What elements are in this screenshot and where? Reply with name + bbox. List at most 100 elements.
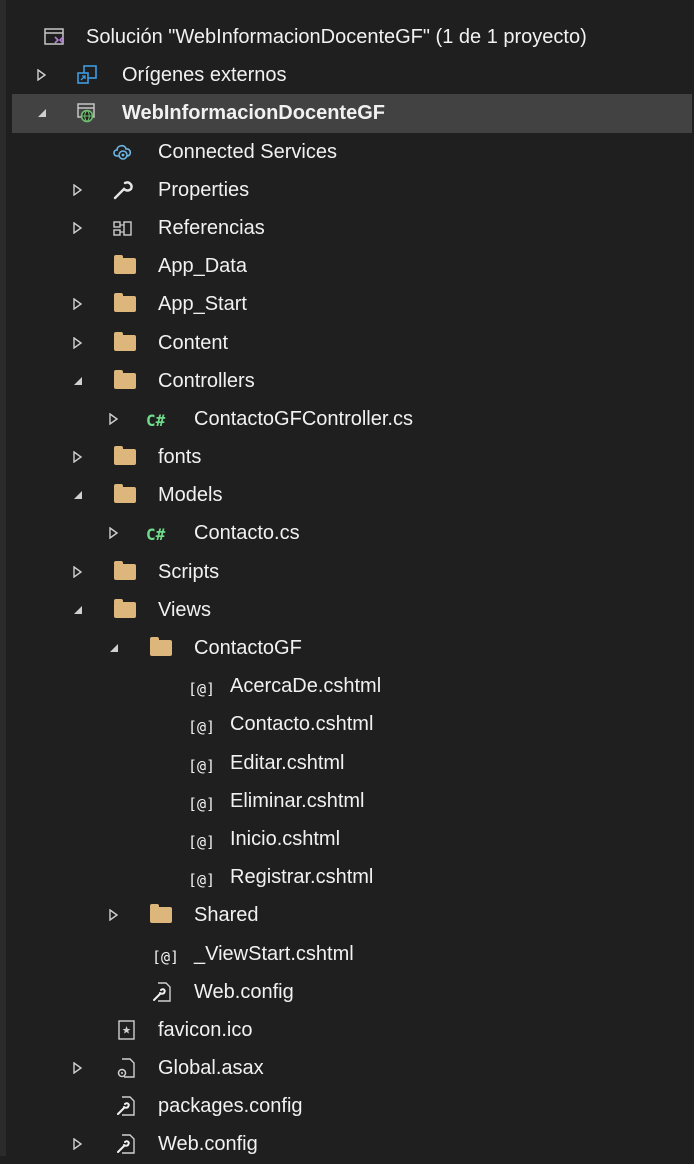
tree-row-file-view[interactable]: [@] AcercaDe.cshtml [12, 667, 692, 705]
solution-explorer-panel: Solución "WebInformacionDocenteGF" (1 de… [0, 0, 694, 1156]
tree-row-file-webconfig[interactable]: Web.config [12, 1125, 692, 1163]
tree-row-label: ContactoGF [194, 637, 302, 659]
tree-row-file-packages-config[interactable]: packages.config [12, 1087, 692, 1125]
expand-arrow-icon[interactable] [71, 1061, 85, 1075]
tree-row-label: Orígenes externos [122, 64, 287, 87]
tree-row-label: Eliminar.cshtml [230, 789, 365, 812]
csharp-file-icon: C# [146, 410, 166, 430]
expand-arrow-icon[interactable] [71, 297, 85, 311]
tree-row-folder-models[interactable]: Models [12, 476, 692, 514]
expand-arrow-icon[interactable] [71, 565, 85, 579]
global-file-icon [117, 1058, 135, 1078]
tree-row-references[interactable]: Referencias [12, 209, 692, 247]
tree-row-label: Shared [194, 904, 259, 927]
solution-label: Solución "WebInformacionDocenteGF" (1 de… [86, 26, 587, 48]
tree-row-file-view[interactable]: [@] Eliminar.cshtml [12, 782, 692, 820]
tree-row-file-favicon[interactable]: favicon.ico [12, 1011, 692, 1049]
folder-icon [114, 293, 136, 313]
tree-row-label: Registrar.cshtml [230, 866, 374, 889]
tree-row-connected-services[interactable]: Connected Services [12, 133, 692, 171]
razor-file-icon: [@] [152, 947, 180, 966]
tree-row-file-global-asax[interactable]: Global.asax [12, 1049, 692, 1087]
solution-icon [44, 28, 64, 45]
collapse-arrow-icon[interactable] [35, 106, 49, 120]
tree-row-folder-scripts[interactable]: Scripts [12, 553, 692, 591]
tree-row-label: Models [158, 484, 223, 507]
expand-arrow-icon[interactable] [35, 68, 49, 82]
tree-row-label: App_Start [158, 293, 247, 316]
folder-icon [150, 637, 172, 656]
expand-arrow-icon[interactable] [107, 908, 121, 922]
expand-arrow-icon[interactable] [71, 336, 85, 350]
tree-row-label: AcercaDe.cshtml [230, 675, 382, 698]
tree-row-label: fonts [158, 446, 202, 469]
tree-row-folder-app-data[interactable]: App_Data [12, 247, 692, 285]
expand-arrow-icon[interactable] [107, 412, 121, 426]
razor-file-icon: [@] [188, 871, 216, 890]
folder-icon [114, 369, 136, 389]
tree-row-folder-contactogf[interactable]: ContactoGF [12, 629, 692, 667]
tree-row-label: Web.config [194, 980, 294, 1003]
folder-icon [114, 598, 136, 618]
razor-file-icon: [@] [188, 832, 216, 851]
tree-row-file-controller[interactable]: C# ContactoGFController.cs [12, 400, 692, 438]
tree-row-file-viewstart[interactable]: [@] _ViewStart.cshtml [12, 935, 692, 973]
expand-arrow-icon[interactable] [71, 183, 85, 197]
config-file-icon [117, 1096, 135, 1116]
razor-file-icon: [@] [188, 718, 216, 737]
tree-row-folder-app-start[interactable]: App_Start [12, 285, 692, 323]
tree-row-label: Referencias [158, 216, 265, 239]
folder-icon [114, 255, 136, 275]
tree-row-folder-controllers[interactable]: Controllers [12, 362, 692, 400]
csharp-file-icon: C# [146, 525, 166, 545]
tree-row-solution[interactable]: Solución "WebInformacionDocenteGF" (1 de… [12, 18, 692, 56]
solution-tree: Solución "WebInformacionDocenteGF" (1 de… [12, 18, 692, 1164]
tree-row-label: Scripts [158, 560, 220, 583]
tree-row-folder-shared[interactable]: Shared [12, 896, 692, 934]
tree-row-label: Web.config [158, 1133, 258, 1156]
tree-row-label: Content [158, 331, 229, 354]
expand-arrow-icon[interactable] [107, 526, 121, 540]
tree-row-folder-fonts[interactable]: fonts [12, 438, 692, 476]
tree-row-project[interactable]: WebInformacionDocenteGF [12, 94, 692, 133]
tree-row-label: Contacto.cs [194, 522, 300, 545]
tree-row-label: Editar.cshtml [230, 751, 345, 774]
collapse-arrow-icon[interactable] [107, 641, 121, 655]
tree-row-folder-views[interactable]: Views [12, 591, 692, 629]
tree-row-label: App_Data [158, 255, 247, 278]
tree-row-label: Controllers [158, 369, 255, 392]
tree-row-external-sources[interactable]: Orígenes externos [12, 56, 692, 94]
tree-row-folder-content[interactable]: Content [12, 324, 692, 362]
collapse-arrow-icon[interactable] [71, 488, 85, 502]
tree-row-label: Properties [158, 178, 250, 201]
tree-row-label: Connected Services [158, 140, 337, 163]
tree-row-file-views-webconfig[interactable]: Web.config [12, 973, 692, 1011]
folder-icon [114, 331, 136, 351]
config-file-icon [117, 1134, 135, 1155]
razor-file-icon: [@] [188, 794, 216, 813]
tree-row-file-view[interactable]: [@] Contacto.cshtml [12, 705, 692, 743]
tree-row-label: ContactoGFController.cs [194, 407, 413, 430]
cloud-icon [113, 144, 132, 160]
expand-arrow-icon[interactable] [71, 1137, 85, 1151]
folder-icon [114, 484, 136, 504]
tree-row-file-model[interactable]: C# Contacto.cs [12, 514, 692, 552]
external-sources-icon [77, 65, 97, 84]
tree-row-label: Views [158, 598, 211, 621]
folder-icon [114, 446, 136, 466]
tree-row-label: Inicio.cshtml [230, 827, 341, 850]
tree-row-label: WebInformacionDocenteGF [122, 102, 385, 125]
tree-row-properties[interactable]: Properties [12, 171, 692, 209]
razor-file-icon: [@] [188, 680, 216, 699]
collapse-arrow-icon[interactable] [71, 603, 85, 617]
config-file-icon [153, 981, 171, 1002]
tree-row-file-view[interactable]: [@] Inicio.cshtml [12, 820, 692, 858]
collapse-arrow-icon[interactable] [71, 374, 85, 388]
tree-row-file-view[interactable]: [@] Registrar.cshtml [12, 858, 692, 896]
expand-arrow-icon[interactable] [71, 450, 85, 464]
expand-arrow-icon[interactable] [71, 221, 85, 235]
folder-icon [150, 904, 172, 924]
image-file-icon [118, 1020, 135, 1040]
tree-row-file-view[interactable]: [@] Editar.cshtml [12, 744, 692, 782]
tree-row-label: favicon.ico [158, 1018, 253, 1041]
